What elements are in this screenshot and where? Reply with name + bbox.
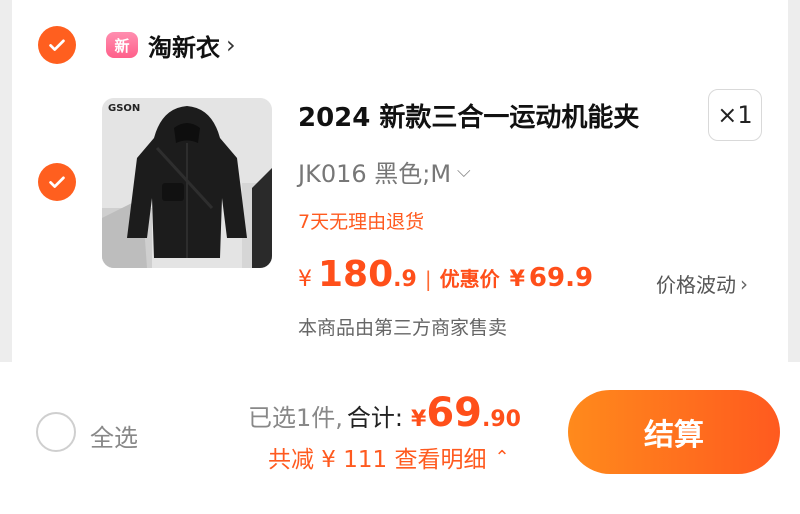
price-row: ¥ 180 .9 | 优惠价 ¥ 69.9 [298,254,593,295]
product-thumbnail[interactable]: GSON [102,98,272,268]
saving-text: 共减 ¥ 111 查看明细 [268,447,487,473]
chevron-down-icon: ⌵ [457,161,471,182]
checkout-button[interactable]: 结算 [568,390,780,474]
total-decimal: .90 [481,407,521,432]
selected-count: 已选1件, [248,404,343,432]
price-decimal: .9 [393,267,417,292]
product-title[interactable]: 2024 新款三合一运动机能夹 [298,97,639,134]
item-select-checkbox[interactable] [38,163,76,201]
chevron-up-icon: ⌃ [494,446,510,468]
price-fluctuation-text: 价格波动 [656,273,736,297]
check-icon [49,176,65,188]
quantity-button[interactable]: ×1 [708,89,762,141]
discount-currency: ¥ [509,267,525,292]
price-integer: 180 [318,254,394,295]
total-label: 合计: [346,404,403,432]
thumbnail-brand-text: GSON [108,103,140,114]
price-fluctuation-link[interactable]: 价格波动 › [656,269,748,298]
shop-header[interactable]: 新 淘新衣 › [106,28,236,62]
discount-label: 优惠价 [439,267,500,291]
spec-text: JK016 黑色;M [298,160,452,188]
shop-name: 淘新衣 [148,33,220,62]
total-summary: 已选1件, 合计: ¥ 69 .90 [248,390,521,436]
select-all-label[interactable]: 全选 [90,418,138,453]
chevron-right-icon: › [226,31,236,59]
shop-select-checkbox[interactable] [38,26,76,64]
price-separator: | [424,267,432,291]
jacket-image: GSON [102,98,272,268]
chevron-right-icon: › [740,271,748,296]
select-all-radio[interactable] [36,412,76,452]
new-badge-icon: 新 [106,32,138,58]
total-integer: 69 [426,390,482,436]
discount-price: 69.9 [528,263,594,293]
check-icon [49,39,65,51]
price-currency: ¥ [298,267,312,292]
checkout-bar: 全选 已选1件, 合计: ¥ 69 .90 共减 ¥ 111 查看明细 ⌃ 结算 [0,362,800,514]
total-currency: ¥ [411,407,427,432]
seller-note: 本商品由第三方商家售卖 [298,317,508,339]
spec-selector[interactable]: JK016 黑色;M ⌵ [298,154,471,189]
saving-details-link[interactable]: 共减 ¥ 111 查看明细 ⌃ [268,440,510,474]
return-policy-tag: 7天无理由退货 [298,211,425,233]
